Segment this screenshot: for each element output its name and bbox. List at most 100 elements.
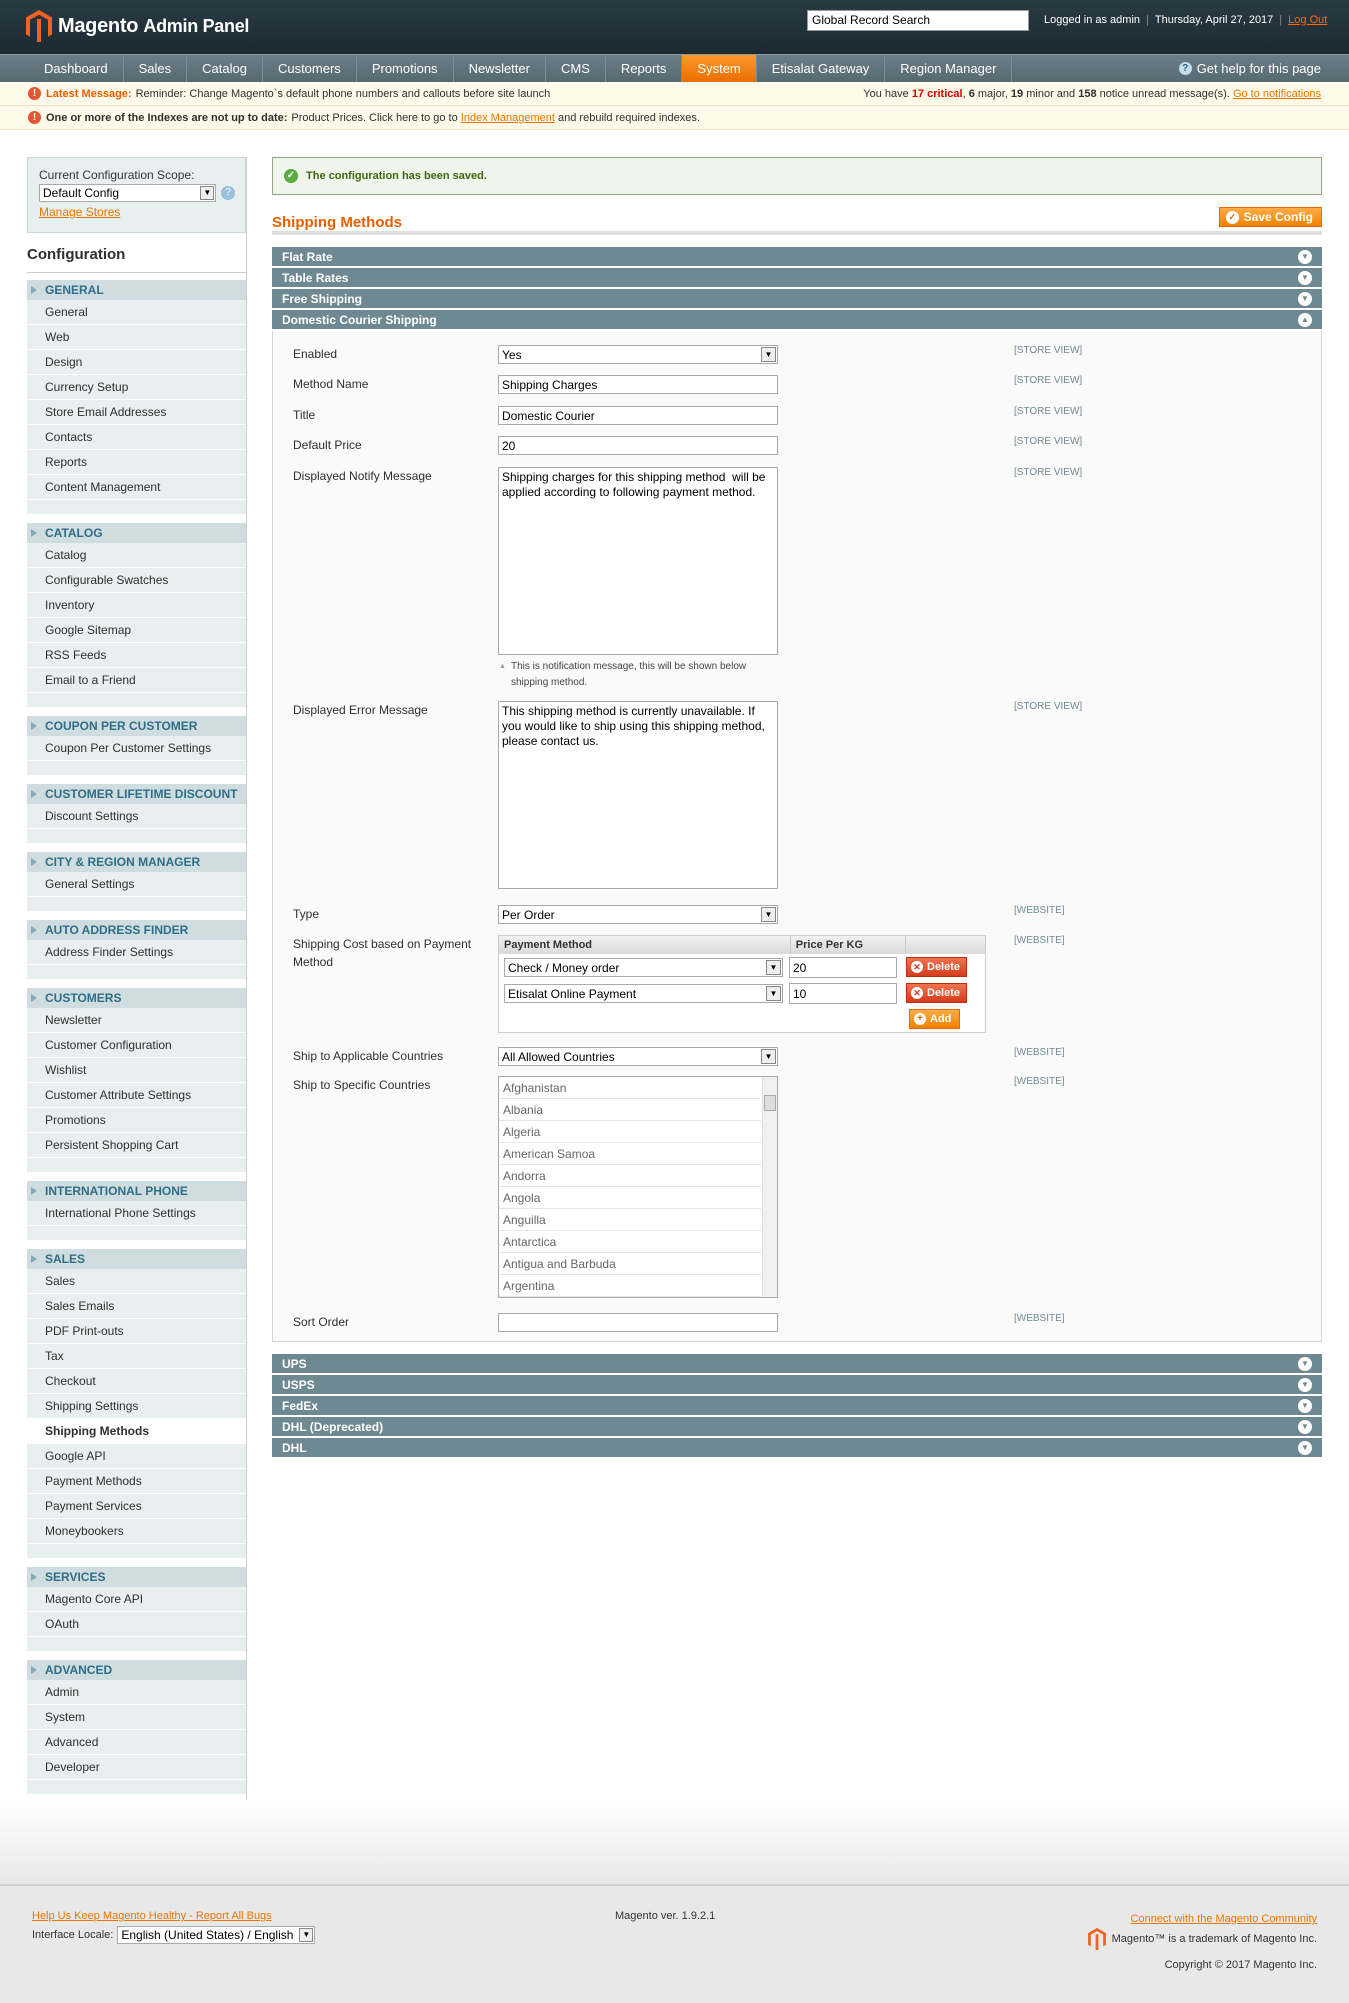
sidebar-item[interactable]: Sales <box>27 1269 246 1294</box>
sidebar-item[interactable]: Shipping Methods <box>27 1419 246 1444</box>
sidebar-item[interactable]: System <box>27 1705 246 1730</box>
scrollbar[interactable] <box>762 1077 777 1297</box>
section-dhl-deprecated[interactable]: DHL (Deprecated) ▼ <box>272 1417 1322 1438</box>
list-item[interactable]: Algeria <box>499 1121 761 1143</box>
locale-select[interactable]: English (United States) / English ▼ <box>117 1926 316 1944</box>
sidebar-item[interactable]: Content Management <box>27 475 246 500</box>
logout-link[interactable]: Log Out <box>1288 14 1327 26</box>
config-group-header[interactable]: SERVICES <box>27 1566 246 1587</box>
config-group-header[interactable]: CITY & REGION MANAGER <box>27 851 246 872</box>
sidebar-item[interactable]: General Settings <box>27 872 246 897</box>
sidebar-item[interactable]: Currency Setup <box>27 375 246 400</box>
nav-region-manager[interactable]: Region Manager <box>885 55 1013 82</box>
price-per-kg-input[interactable]: 20 <box>789 956 897 978</box>
type-select[interactable]: Per Order ▼ <box>498 905 778 924</box>
sidebar-item[interactable]: Payment Services <box>27 1494 246 1519</box>
list-item[interactable]: Antigua and Barbuda <box>499 1253 761 1275</box>
section-dhl[interactable]: DHL ▼ <box>272 1438 1322 1459</box>
section-domestic-courier[interactable]: Domestic Courier Shipping ▲ <box>272 310 1322 331</box>
sidebar-item[interactable]: Magento Core API <box>27 1587 246 1612</box>
method-name-input[interactable]: Shipping Charges <box>498 375 778 394</box>
sidebar-item[interactable]: Inventory <box>27 593 246 618</box>
sidebar-item[interactable]: Admin <box>27 1680 246 1705</box>
nav-sales[interactable]: Sales <box>124 55 188 82</box>
sidebar-item[interactable]: Google Sitemap <box>27 618 246 643</box>
manage-stores-link[interactable]: Manage Stores <box>39 205 235 219</box>
scope-select[interactable]: Default Config ▼ <box>39 184 217 202</box>
list-item[interactable]: Afghanistan <box>499 1077 761 1099</box>
sidebar-item[interactable]: Google API <box>27 1444 246 1469</box>
list-item[interactable]: Antarctica <box>499 1231 761 1253</box>
config-group-header[interactable]: ADVANCED <box>27 1659 246 1680</box>
sidebar-item[interactable]: Developer <box>27 1755 246 1780</box>
section-usps[interactable]: USPS ▼ <box>272 1375 1322 1396</box>
sidebar-item[interactable]: Contacts <box>27 425 246 450</box>
go-to-notifications-link[interactable]: Go to notifications <box>1233 88 1321 100</box>
list-item[interactable]: Argentina <box>499 1275 761 1297</box>
nav-customers[interactable]: Customers <box>263 55 357 82</box>
sidebar-item[interactable]: Moneybookers <box>27 1519 246 1544</box>
nav-etisalat-gateway[interactable]: Etisalat Gateway <box>757 55 886 82</box>
save-config-button[interactable]: ✓ Save Config <box>1218 207 1322 227</box>
nav-promotions[interactable]: Promotions <box>357 55 454 82</box>
config-group-header[interactable]: CATALOG <box>27 522 246 543</box>
enabled-select[interactable]: Yes ▼ <box>498 345 778 364</box>
sidebar-item[interactable]: Checkout <box>27 1369 246 1394</box>
nav-reports[interactable]: Reports <box>606 55 683 82</box>
sidebar-item[interactable]: Tax <box>27 1344 246 1369</box>
config-group-header[interactable]: CUSTOMERS <box>27 987 246 1008</box>
config-group-header[interactable]: GENERAL <box>27 279 246 300</box>
payment-method-select[interactable]: Check / Money order ▼ <box>504 957 783 977</box>
sidebar-item[interactable]: Customer Attribute Settings <box>27 1083 246 1108</box>
logo[interactable]: Magento Admin Panel <box>26 10 249 42</box>
list-item[interactable]: American Samoa <box>499 1143 761 1165</box>
list-item[interactable]: Albania <box>499 1099 761 1121</box>
nav-dashboard[interactable]: Dashboard <box>0 55 124 82</box>
list-item[interactable]: Anguilla <box>499 1209 761 1231</box>
specific-countries-multiselect[interactable]: Afghanistan Albania Algeria American Sam… <box>498 1076 778 1298</box>
sidebar-item[interactable]: Store Email Addresses <box>27 400 246 425</box>
payment-method-select[interactable]: Etisalat Online Payment ▼ <box>504 983 783 1003</box>
sidebar-item[interactable]: Configurable Swatches <box>27 568 246 593</box>
error-message-textarea[interactable]: This shipping method is currently unavai… <box>498 701 778 889</box>
help-link[interactable]: ? Get help for this page <box>1178 55 1321 82</box>
sidebar-item[interactable]: Design <box>27 350 246 375</box>
section-free-shipping[interactable]: Free Shipping ▼ <box>272 289 1322 310</box>
list-item[interactable]: Angola <box>499 1187 761 1209</box>
sort-order-input[interactable] <box>498 1313 778 1332</box>
sidebar-item[interactable]: Promotions <box>27 1108 246 1133</box>
sidebar-item[interactable]: Wishlist <box>27 1058 246 1083</box>
nav-system[interactable]: System <box>682 55 757 82</box>
sidebar-item[interactable]: Coupon Per Customer Settings <box>27 736 246 761</box>
community-link[interactable]: Connect with the Magento Community <box>1131 1913 1317 1925</box>
config-group-header[interactable]: AUTO ADDRESS FINDER <box>27 919 246 940</box>
help-question-icon[interactable]: ? <box>221 186 235 200</box>
title-input[interactable]: Domestic Courier <box>498 406 778 425</box>
sidebar-item[interactable]: OAuth <box>27 1612 246 1637</box>
scrollbar-thumb[interactable] <box>764 1095 776 1111</box>
sidebar-item[interactable]: Sales Emails <box>27 1294 246 1319</box>
section-ups[interactable]: UPS ▼ <box>272 1354 1322 1375</box>
config-group-header[interactable]: COUPON PER CUSTOMER <box>27 715 246 736</box>
sidebar-item[interactable]: Web <box>27 325 246 350</box>
config-group-header[interactable]: SALES <box>27 1248 246 1269</box>
applicable-countries-select[interactable]: All Allowed Countries ▼ <box>498 1047 778 1066</box>
price-per-kg-input[interactable]: 10 <box>789 982 897 1004</box>
sidebar-item[interactable]: International Phone Settings <box>27 1201 246 1226</box>
config-group-header[interactable]: INTERNATIONAL PHONE <box>27 1180 246 1201</box>
delete-row-button[interactable]: ✕ Delete <box>906 983 968 1003</box>
sidebar-item[interactable]: Shipping Settings <box>27 1394 246 1419</box>
index-management-link[interactable]: Index Management <box>461 112 555 124</box>
nav-catalog[interactable]: Catalog <box>187 55 263 82</box>
section-table-rates[interactable]: Table Rates ▼ <box>272 268 1322 289</box>
config-group-header[interactable]: CUSTOMER LIFETIME DISCOUNT <box>27 783 246 804</box>
section-fedex[interactable]: FedEx ▼ <box>272 1396 1322 1417</box>
sidebar-item[interactable]: Payment Methods <box>27 1469 246 1494</box>
sidebar-item[interactable]: PDF Print-outs <box>27 1319 246 1344</box>
global-search-input[interactable]: Global Record Search <box>807 10 1029 31</box>
add-row-button[interactable]: + Add <box>909 1009 961 1029</box>
sidebar-item[interactable]: Reports <box>27 450 246 475</box>
sidebar-item[interactable]: Persistent Shopping Cart <box>27 1133 246 1158</box>
sidebar-item[interactable]: Customer Configuration <box>27 1033 246 1058</box>
section-flat-rate[interactable]: Flat Rate ▼ <box>272 247 1322 268</box>
